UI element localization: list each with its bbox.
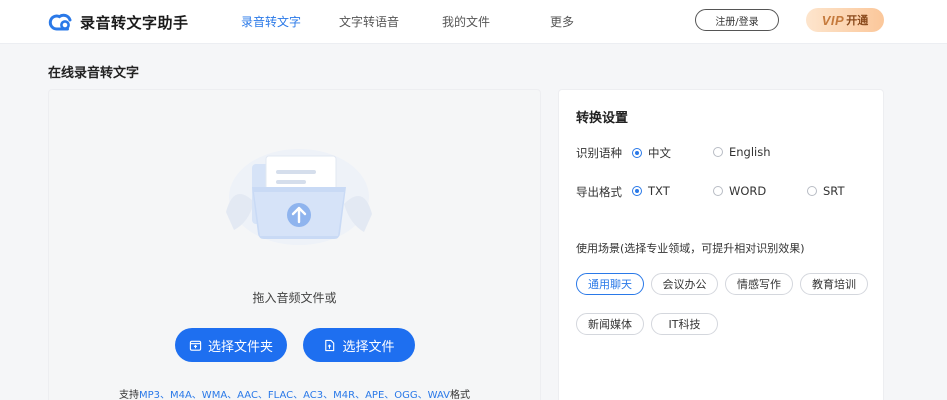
nav-item-audio-to-text[interactable]: 录音转文字 xyxy=(241,13,301,30)
export-format-label: 导出格式 xyxy=(576,185,622,199)
radio-format-word[interactable]: WORD xyxy=(713,184,766,198)
file-icon xyxy=(325,339,335,351)
radio-label: 中文 xyxy=(648,146,671,160)
login-register-button[interactable]: 注册/登录 xyxy=(695,9,779,31)
select-file-button[interactable]: 选择文件 xyxy=(303,328,415,362)
tag-education-training[interactable]: 教育培训 xyxy=(800,273,868,295)
vip-label: VIP xyxy=(821,12,845,28)
scene-label: 使用场景(选择专业领域，可提升相对识别效果) xyxy=(576,242,805,255)
page-title: 在线录音转文字 xyxy=(48,66,140,81)
nav-item-my-files[interactable]: 我的文件 xyxy=(442,13,490,30)
radio-label: WORD xyxy=(729,184,767,198)
tag-emotional-writing[interactable]: 情感写作 xyxy=(725,273,793,295)
radio-format-txt[interactable]: TXT xyxy=(632,184,670,198)
upload-illustration-icon xyxy=(226,149,372,245)
conversion-settings: 转换设置 识别语种 中文 English 导出格式 TXT WORD SRT 使… xyxy=(558,89,884,400)
radio-dot xyxy=(632,186,642,196)
vip-open-button[interactable]: VIP 开通 xyxy=(806,8,884,32)
tag-meeting-office[interactable]: 会议办公 xyxy=(651,273,718,295)
cloud-logo-icon xyxy=(48,13,72,31)
upload-dropzone[interactable]: 拖入音频文件或 选择文件夹 选择文件 支持MP3、M4A、WMA、AAC、FLA… xyxy=(48,89,541,400)
nav-item-more[interactable]: 更多 xyxy=(550,13,574,30)
radio-label: English xyxy=(729,145,771,159)
settings-title: 转换设置 xyxy=(576,111,629,126)
radio-dot xyxy=(713,186,723,196)
radio-dot xyxy=(632,148,642,158)
radio-dot xyxy=(713,147,723,157)
formats-prefix: 支持 xyxy=(118,390,139,400)
drag-hint: 拖入音频文件或 xyxy=(252,291,337,305)
vip-open-label: 开通 xyxy=(846,14,869,27)
language-label: 识别语种 xyxy=(576,146,622,160)
tag-it-tech[interactable]: IT科技 xyxy=(651,313,718,335)
select-folder-label: 选择文件夹 xyxy=(207,339,273,355)
logo[interactable]: 录音转文字助手 xyxy=(48,9,189,35)
radio-format-srt[interactable]: SRT xyxy=(807,184,844,198)
radio-label: TXT xyxy=(648,184,670,198)
formats-suffix: 格式 xyxy=(450,390,471,400)
top-header: 录音转文字助手 录音转文字 文字转语音 我的文件 更多 注册/登录 VIP 开通 xyxy=(0,0,947,44)
nav-item-text-to-speech[interactable]: 文字转语音 xyxy=(339,13,399,30)
radio-dot xyxy=(807,186,817,196)
app-name: 录音转文字助手 xyxy=(80,13,189,32)
radio-language-chinese[interactable]: 中文 xyxy=(632,145,671,161)
tag-general-chat[interactable]: 通用聊天 xyxy=(576,273,644,295)
tag-news-media[interactable]: 新闻媒体 xyxy=(576,313,644,335)
select-file-label: 选择文件 xyxy=(342,339,395,355)
radio-language-english[interactable]: English xyxy=(713,145,771,159)
select-folder-button[interactable]: 选择文件夹 xyxy=(175,328,287,362)
radio-label: SRT xyxy=(823,184,845,198)
supported-formats: 支持MP3、M4A、WMA、AAC、FLAC、AC3、M4R、APE、OGG、W… xyxy=(49,386,540,400)
formats-list: MP3、M4A、WMA、AAC、FLAC、AC3、M4R、APE、OGG、WAV xyxy=(138,390,451,400)
folder-icon xyxy=(189,340,202,351)
